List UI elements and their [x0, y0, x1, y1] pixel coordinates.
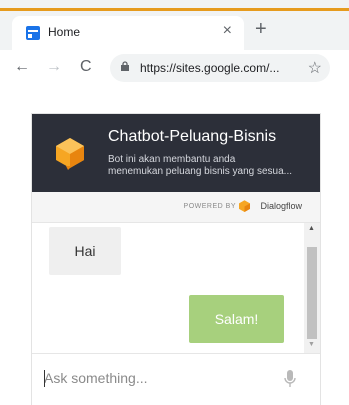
tab-close-button[interactable]: ×	[223, 22, 232, 40]
tab-home[interactable]: Home ×	[12, 16, 244, 50]
chat-input[interactable]	[44, 364, 274, 392]
message-list: Hai Salam!	[32, 223, 304, 353]
lock-icon	[121, 61, 129, 71]
bot-description-line: menemukan peluang bisnis yang sesua...	[108, 166, 293, 177]
scroll-down-arrow-icon[interactable]: ▼	[308, 341, 315, 348]
dialogflow-icon	[56, 138, 84, 170]
new-tab-button[interactable]: +	[255, 18, 267, 41]
scroll-thumb[interactable]	[307, 247, 317, 339]
google-sites-icon	[26, 26, 40, 40]
user-message-bubble: Hai	[49, 227, 121, 275]
powered-by-label: POWERED BY	[183, 203, 236, 210]
provider-name: Dialogflow	[260, 201, 302, 211]
browser-chrome: Home × + ← → C https://sites.google.com/…	[0, 0, 349, 86]
microphone-icon[interactable]	[284, 370, 296, 388]
message-text: Hai	[74, 243, 96, 259]
bot-title: Chatbot-Peluang-Bisnis	[108, 128, 277, 145]
reload-button[interactable]: C	[80, 58, 92, 76]
address-bar[interactable]: https://sites.google.com/... ☆	[110, 54, 330, 82]
chat-input-row	[32, 353, 320, 405]
dialogflow-small-icon	[239, 200, 250, 212]
navigation-bar: ← → C https://sites.google.com/... ☆	[0, 50, 349, 86]
chat-header: Chatbot-Peluang-Bisnis Bot ini akan memb…	[32, 114, 320, 192]
scroll-up-arrow-icon[interactable]: ▲	[308, 225, 315, 232]
message-scrollbar[interactable]: ▲ ▼	[304, 223, 320, 353]
text-cursor	[44, 370, 45, 387]
tabstrip-accent	[0, 8, 349, 11]
bot-description-line: Bot ini akan membantu anda	[108, 154, 236, 165]
chat-widget: Chatbot-Peluang-Bisnis Bot ini akan memb…	[31, 113, 321, 405]
forward-button[interactable]: →	[46, 58, 62, 76]
tab-title: Home	[48, 25, 81, 39]
bot-message-bubble: Salam!	[189, 295, 284, 343]
back-button[interactable]: ←	[14, 58, 30, 76]
powered-by-bar: POWERED BY Dialogflow	[32, 192, 320, 223]
message-text: Salam!	[214, 311, 259, 327]
url-text: https://sites.google.com/...	[140, 61, 280, 75]
bot-description: Bot ini akan membantu anda menemukan pel…	[108, 154, 316, 178]
bookmark-star-icon[interactable]: ☆	[308, 58, 322, 78]
